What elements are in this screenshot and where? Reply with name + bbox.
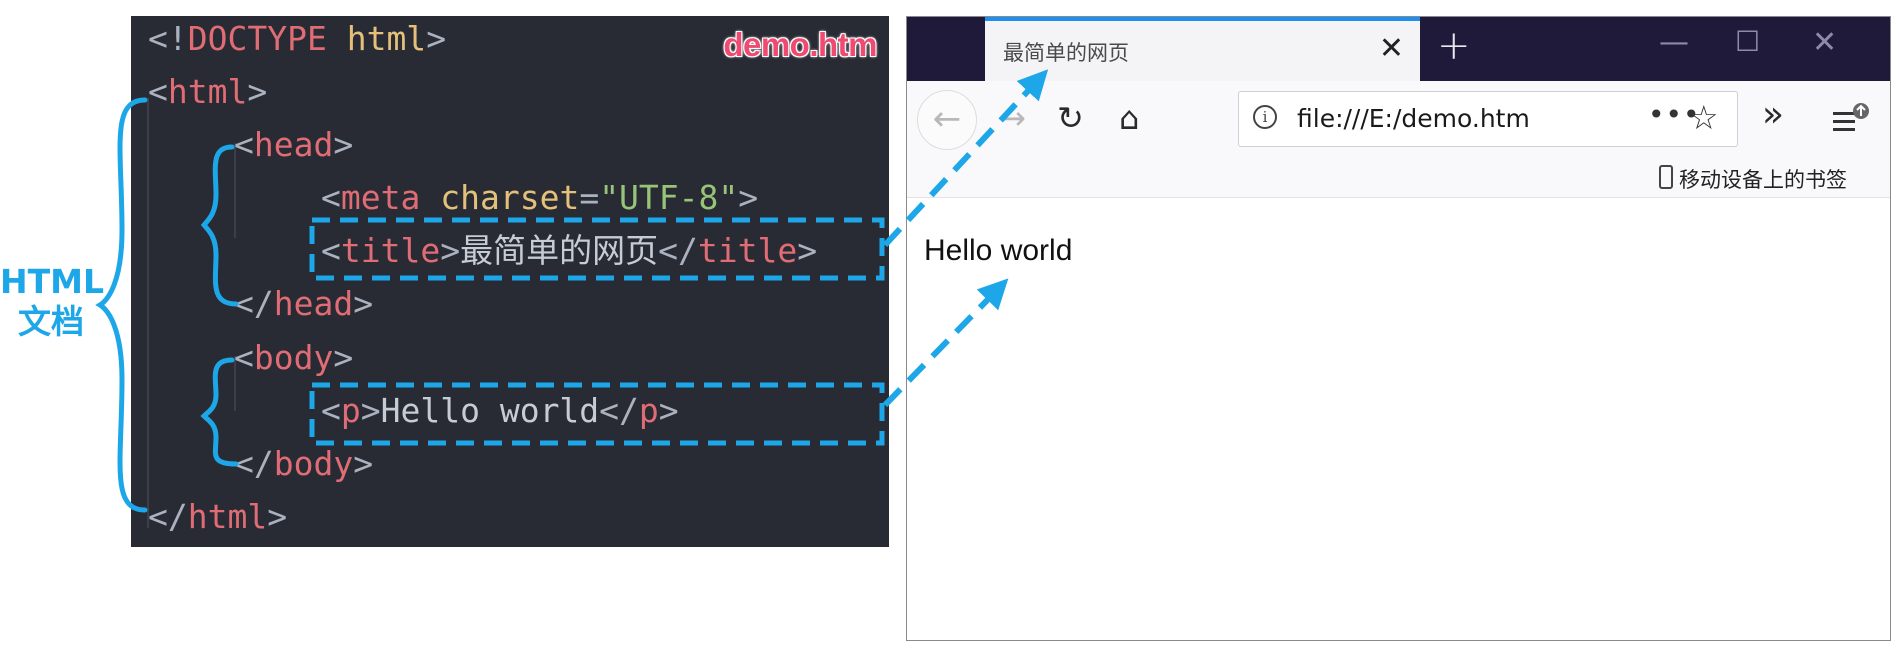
head-section-brace xyxy=(200,144,239,307)
body-section-brace xyxy=(200,357,239,467)
html-document-brace xyxy=(95,97,148,513)
annotation-overlay xyxy=(95,69,1049,513)
title-highlight-box xyxy=(309,217,885,281)
paragraph-highlight-box xyxy=(309,382,885,446)
paragraph-to-content-arrow xyxy=(882,278,1009,408)
title-to-tab-arrow xyxy=(882,69,1049,248)
